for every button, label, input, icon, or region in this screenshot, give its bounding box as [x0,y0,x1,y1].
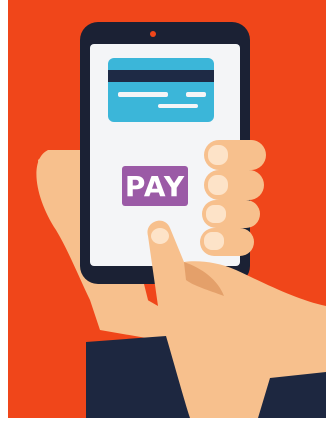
phone-camera [150,31,156,37]
finger-4-nail [204,232,224,250]
credit-card-icon [108,58,214,122]
pay-button-label: PAY [125,170,185,203]
finger-3-nail [206,205,226,223]
card-line-3 [158,104,198,108]
card-line-1 [118,92,168,97]
pay-button[interactable]: PAY [122,166,188,206]
payment-illustration: PAY [8,0,326,418]
finger-1-nail [208,145,228,165]
card-stripe [108,70,214,82]
illustration: PAY [8,0,326,418]
finger-2-nail [208,175,228,195]
pointing-finger-nail [151,228,169,244]
card-body [108,58,214,122]
card-line-2 [186,92,206,97]
